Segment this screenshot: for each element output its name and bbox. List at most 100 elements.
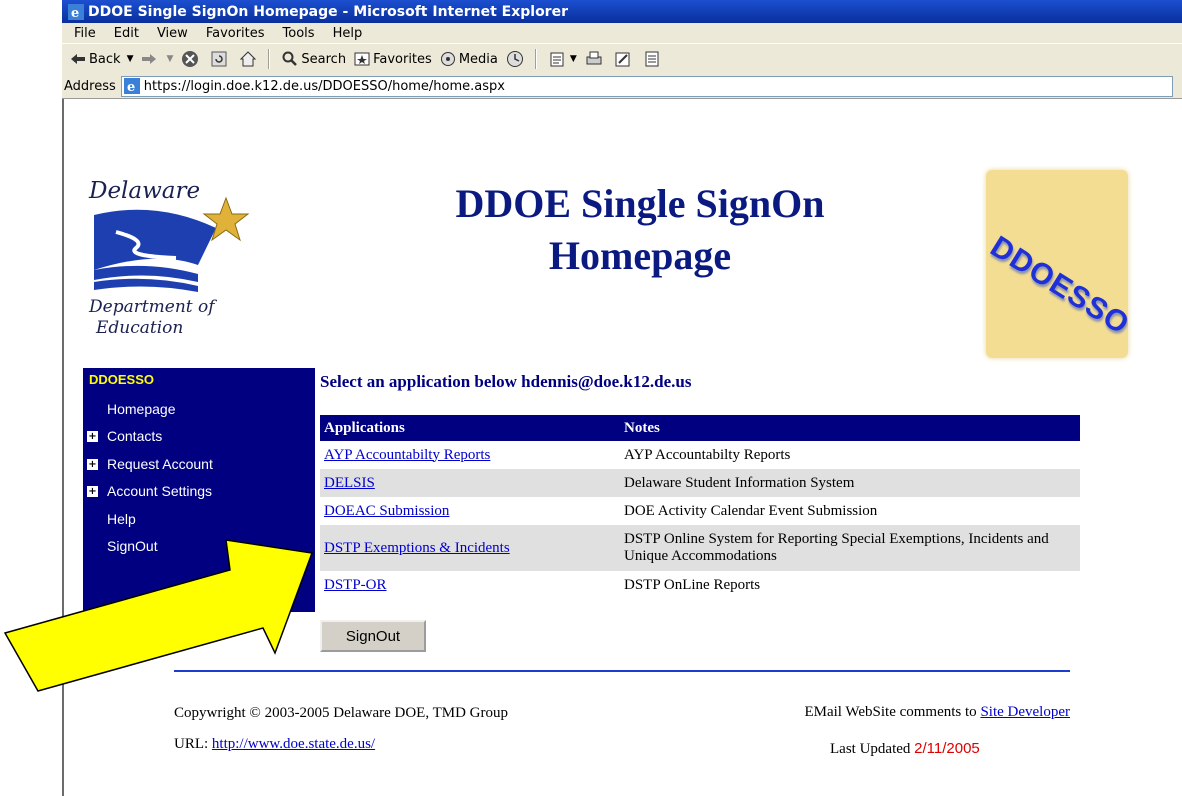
refresh-icon [211,51,227,67]
print-icon [586,51,602,65]
back-dropdown-icon[interactable]: ▼ [127,54,134,64]
email-line: EMail WebSite comments to Site Developer [705,704,1070,721]
sidebar-item-account-settings[interactable]: + Account Settings [87,480,212,502]
app-link-ayp[interactable]: AYP Accountabilty Reports [324,447,490,463]
svg-text:Department of: Department of [88,297,217,317]
toolbar: Back ▼ ▼ Search Favorites Media ▼ [62,43,1182,75]
app-note: Delaware Student Information System [620,469,1080,497]
menu-bar: File Edit View Favorites Tools Help [62,23,1182,43]
media-icon [440,52,455,66]
refresh-button[interactable] [210,50,231,68]
url-line: URL: http://www.doe.state.de.us/ [174,736,375,753]
app-note: AYP Accountabilty Reports [620,441,1080,469]
print-button[interactable] [585,50,606,68]
address-label: Address [64,78,116,94]
svg-text:e: e [71,6,79,20]
address-input[interactable]: e https://login.doe.k12.de.us/DDOESSO/ho… [120,75,1173,97]
delaware-logo-graphic: Delaware Department of Education [88,178,250,338]
search-icon [282,51,298,66]
menu-view[interactable]: View [157,26,188,41]
email-text: EMail WebSite comments to [804,704,977,720]
menu-favorites[interactable]: Favorites [206,26,265,41]
mail-dropdown-icon[interactable]: ▼ [570,54,577,64]
mail-icon [550,52,564,67]
menu-edit[interactable]: Edit [114,26,139,41]
sidebar-item-label: Contacts [107,428,163,444]
svg-text:e: e [127,80,135,94]
doe-website-link[interactable]: http://www.doe.state.de.us/ [212,736,375,752]
ddoesso-badge: DDOESSO [986,170,1128,358]
back-label: Back [89,51,121,67]
toolbar-separator [268,49,271,69]
menu-file[interactable]: File [74,26,96,41]
menu-help[interactable]: Help [333,26,363,41]
forward-button[interactable]: ▼ [141,53,173,65]
expand-plus-icon[interactable]: + [87,485,98,497]
app-link-delsis[interactable]: DELSIS [324,475,375,491]
page-icon: e [123,78,140,94]
window-title: DDOE Single SignOn Homepage - Microsoft … [88,3,568,20]
edit-button[interactable] [614,50,635,68]
window-titlebar: e DDOE Single SignOn Homepage - Microsof… [62,0,1182,23]
svg-text:Delaware: Delaware [88,178,200,204]
last-updated-date: 2/11/2005 [914,740,980,757]
page-title-line2: Homepage [548,233,732,278]
expand-plus-icon[interactable]: + [87,430,98,442]
table-row: DELSIS Delaware Student Information Syst… [320,469,1080,497]
expand-plus-icon[interactable]: + [87,458,98,470]
app-link-doeac[interactable]: DOEAC Submission [324,503,449,519]
app-note: DOE Activity Calendar Event Submission [620,497,1080,525]
table-row: AYP Accountabilty Reports AYP Accountabi… [320,441,1080,469]
history-button[interactable] [506,50,527,68]
back-button[interactable]: Back ▼ [70,52,133,67]
app-note: DSTP OnLine Reports [620,571,1080,599]
page-title-line1: DDOE Single SignOn [455,181,825,226]
favorites-icon [354,52,370,66]
sidebar-item-contacts[interactable]: + Contacts [87,425,162,447]
favorites-button[interactable]: Favorites [354,51,432,67]
page-title: DDOE Single SignOn Homepage [380,178,900,282]
forward-arrow-icon [142,54,157,64]
table-row: DSTP-OR DSTP OnLine Reports [320,571,1080,599]
svg-text:Education: Education [95,318,183,338]
sidebar-item-label: Homepage [107,401,176,417]
mail-button[interactable]: ▼ [549,50,577,68]
home-button[interactable] [239,50,260,68]
discuss-button[interactable] [643,50,664,68]
stop-icon [182,51,199,67]
address-bar: Address e https://login.doe.k12.de.us/DD… [62,74,1182,99]
logo-bottom-text-1: Department of [88,297,217,317]
select-application-heading: Select an application below hdennis@doe.… [320,372,692,391]
search-button[interactable]: Search [282,51,346,67]
sidebar-item-request-account[interactable]: + Request Account [87,453,213,475]
app-note: DSTP Online System for Reporting Special… [620,525,1080,571]
last-updated-label: Last Updated [830,741,911,757]
forward-dropdown-icon[interactable]: ▼ [166,54,173,64]
sidebar-item-label: Account Settings [107,483,213,499]
stop-button[interactable] [181,50,202,68]
column-header-notes: Notes [620,415,1080,441]
history-icon [506,51,523,67]
edit-icon [615,52,630,67]
applications-table: Applications Notes AYP Accountabilty Rep… [320,415,1080,599]
media-label: Media [458,51,498,67]
sidebar-item-homepage[interactable]: Homepage [87,398,176,420]
column-header-applications: Applications [320,415,620,441]
sidebar-title: DDOESSO [89,372,155,387]
yellow-arrow-annotation [3,539,314,692]
table-header-row: Applications Notes [320,415,1080,441]
media-button[interactable]: Media [440,51,498,67]
url-label: URL: [174,736,209,752]
home-icon [240,51,257,67]
site-developer-link[interactable]: Site Developer [980,704,1070,720]
toolbar-separator [534,49,537,69]
table-row: DSTP Exemptions & Incidents DSTP Online … [320,525,1080,571]
copyright-text: Copywright © 2003-2005 Delaware DOE, TMD… [174,705,508,721]
menu-tools[interactable]: Tools [283,26,315,41]
search-label: Search [301,51,347,67]
favorites-label: Favorites [373,51,432,67]
app-link-dstp-exemptions[interactable]: DSTP Exemptions & Incidents [324,540,510,556]
table-row: DOEAC Submission DOE Activity Calendar E… [320,497,1080,525]
logo-top-text: Delaware [88,178,200,204]
delaware-doe-logo: Delaware Department of Education [86,170,256,345]
